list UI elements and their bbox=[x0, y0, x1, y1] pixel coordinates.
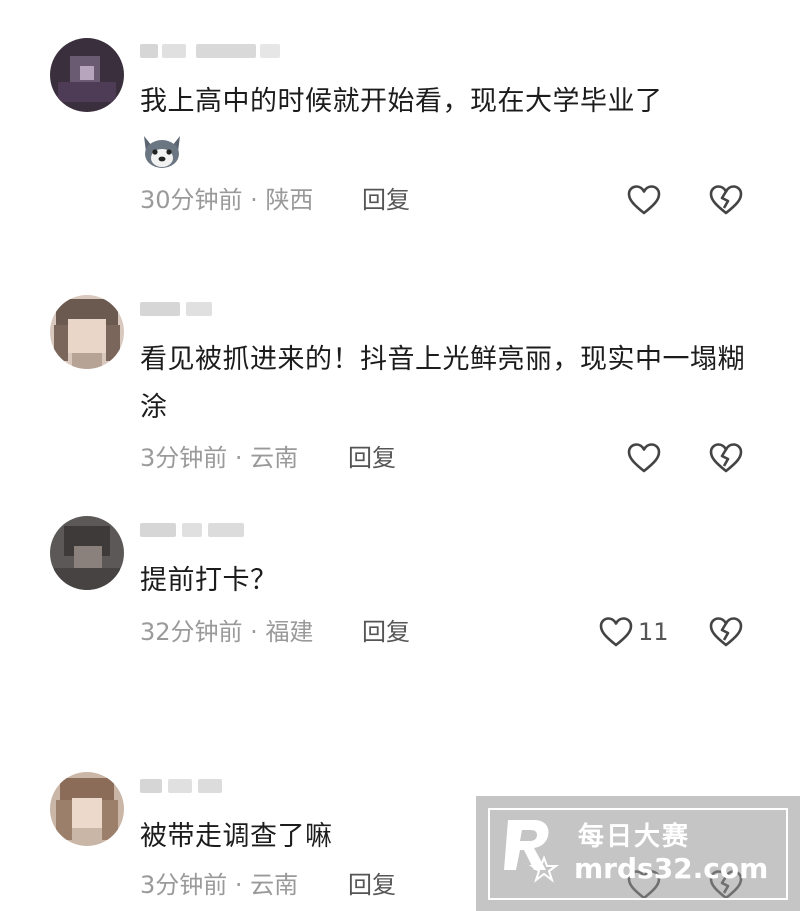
broken-heart-icon bbox=[709, 185, 743, 215]
meta-separator: · bbox=[227, 444, 251, 472]
like-button[interactable] bbox=[626, 440, 666, 476]
watermark-title: 每日大赛 bbox=[578, 822, 691, 852]
avatar[interactable] bbox=[50, 38, 124, 112]
comment-text: 我上高中的时候就开始看，现在大学毕业了 bbox=[140, 86, 663, 117]
avatar[interactable] bbox=[50, 295, 124, 369]
like-button[interactable] bbox=[626, 182, 666, 218]
heart-icon bbox=[627, 185, 661, 215]
comment-time: 30分钟前 bbox=[140, 186, 243, 214]
username-blurred[interactable] bbox=[140, 40, 290, 62]
username-blurred[interactable] bbox=[140, 519, 290, 541]
husky-dog-emoji bbox=[144, 136, 180, 168]
like-count: 11 bbox=[638, 618, 669, 646]
meta-separator: · bbox=[227, 871, 251, 899]
reply-button[interactable]: 回复 bbox=[362, 182, 410, 218]
avatar[interactable] bbox=[50, 772, 124, 846]
comment-time: 3分钟前 bbox=[140, 871, 228, 899]
dislike-button[interactable] bbox=[708, 182, 744, 218]
broken-heart-icon bbox=[709, 443, 743, 473]
broken-heart-icon bbox=[709, 617, 743, 647]
comment-meta: 32分钟前 · 福建 bbox=[140, 614, 313, 650]
heart-icon bbox=[599, 617, 633, 647]
dislike-button[interactable] bbox=[708, 614, 744, 650]
comment-location: 云南 bbox=[250, 444, 299, 472]
username-blurred[interactable] bbox=[140, 298, 290, 320]
username-blurred[interactable] bbox=[140, 775, 290, 797]
watermark-url: mrds32.com bbox=[574, 852, 769, 885]
meta-separator: · bbox=[242, 618, 266, 646]
reply-button[interactable]: 回复 bbox=[362, 614, 410, 650]
watermark-logo-icon bbox=[504, 820, 560, 883]
heart-icon bbox=[627, 443, 661, 473]
comment-text: 提前打卡？ bbox=[140, 565, 278, 596]
reply-button[interactable]: 回复 bbox=[348, 440, 396, 476]
avatar[interactable] bbox=[50, 516, 124, 590]
comment-meta: 30分钟前 · 陕西 bbox=[140, 182, 313, 218]
comment-time: 32分钟前 bbox=[140, 618, 243, 646]
comment-time: 3分钟前 bbox=[140, 444, 228, 472]
like-button[interactable]: 11 bbox=[598, 614, 669, 650]
comment-location: 陕西 bbox=[265, 186, 314, 214]
comment-location: 福建 bbox=[265, 618, 314, 646]
comment-meta: 3分钟前 · 云南 bbox=[140, 440, 298, 476]
comment-text: 看见被抓进来的！抖音上光鲜亮丽，现实中一塌糊涂 bbox=[140, 344, 745, 423]
dislike-button[interactable] bbox=[708, 440, 744, 476]
reply-button[interactable]: 回复 bbox=[348, 867, 396, 903]
meta-separator: · bbox=[242, 186, 266, 214]
watermark-overlay: 每日大赛 mrds32.com bbox=[476, 796, 800, 911]
comment-meta: 3分钟前 · 云南 bbox=[140, 867, 298, 903]
comment-location: 云南 bbox=[250, 871, 299, 899]
